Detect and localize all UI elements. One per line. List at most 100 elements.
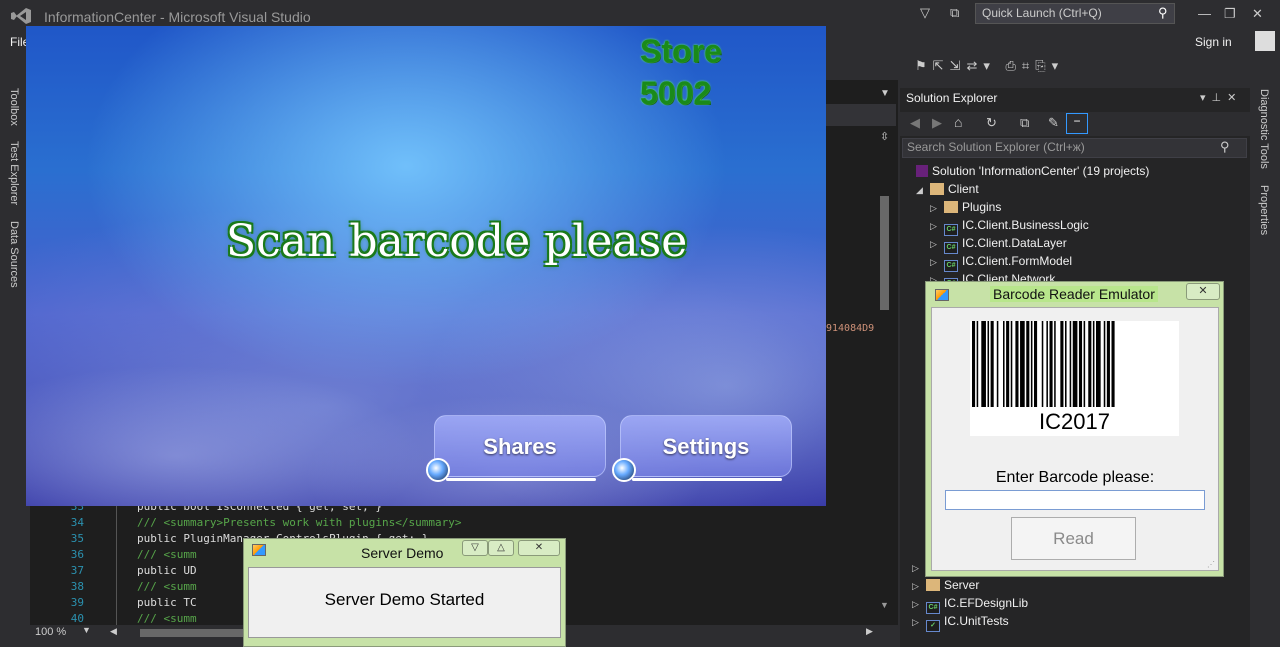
- settings-underline: [632, 478, 782, 481]
- barcode-bars: [972, 321, 1115, 407]
- tree-item-unit-tests[interactable]: ▷ ✓ IC.UnitTests: [912, 614, 1009, 632]
- expand-arrow-icon[interactable]: ◢: [916, 185, 930, 196]
- expand-arrow-icon[interactable]: ▷: [930, 257, 944, 268]
- expand-arrow-icon[interactable]: ▷: [912, 617, 926, 628]
- minimize-button[interactable]: ▽: [462, 540, 488, 556]
- tab-properties[interactable]: Properties: [1258, 185, 1270, 235]
- barcode-bar: [981, 321, 986, 407]
- folder-icon: [944, 201, 958, 213]
- solution-explorer-toolbar: ◀ ▶ ⌂ ↻ ⧉ ✎ −: [900, 112, 1250, 136]
- tree-item-collapsed[interactable]: ▷: [912, 560, 926, 574]
- split-icon[interactable]: ⇳: [880, 130, 889, 143]
- tree-label: Solution 'InformationCenter' (19 project…: [932, 164, 1150, 178]
- editor-dropdown-arrow-icon[interactable]: ▼: [880, 88, 890, 99]
- folder-icon: [926, 579, 940, 591]
- code-text: /// <summ: [84, 612, 197, 625]
- tab-toolbox[interactable]: Toolbox: [8, 88, 20, 126]
- tree-item-plugins[interactable]: ▷ Plugins: [930, 200, 1001, 214]
- tree-label: IC.Client.BusinessLogic: [962, 218, 1089, 232]
- minimize-icon[interactable]: —: [1198, 6, 1211, 21]
- barcode-prompt-label: Enter Barcode please:: [995, 469, 1155, 486]
- code-text: /// <summ: [84, 548, 197, 561]
- editor-nav-dropdown[interactable]: [826, 104, 896, 126]
- settings-button[interactable]: Settings: [620, 415, 792, 477]
- expand-arrow-icon[interactable]: ▷: [912, 581, 926, 592]
- resize-grip-icon[interactable]: ⋰: [1207, 560, 1215, 569]
- zoom-level[interactable]: 100 %: [35, 626, 66, 638]
- barcode-bar: [1026, 321, 1030, 407]
- tree-label: Server: [944, 578, 980, 592]
- scroll-down-icon[interactable]: ▼: [880, 600, 889, 610]
- barcode-bar: [1034, 321, 1038, 407]
- close-button[interactable]: ✕: [518, 540, 560, 556]
- line-number: 37: [70, 564, 84, 577]
- expand-arrow-icon[interactable]: ▷: [912, 563, 926, 574]
- search-icon[interactable]: ⚲: [1158, 5, 1168, 21]
- code-text: /// <summary>Presents work with plugins<…: [84, 516, 462, 529]
- barcode-bar: [1065, 321, 1067, 407]
- expand-arrow-icon[interactable]: ▷: [930, 239, 944, 250]
- quick-launch-placeholder: Quick Launch (Ctrl+Q): [982, 6, 1102, 20]
- editor-overflow-text: 914084D9: [826, 323, 875, 334]
- filter-icon[interactable]: ▽: [920, 5, 930, 21]
- forward-icon[interactable]: ▶: [932, 115, 942, 131]
- scroll-right-icon[interactable]: ▶: [866, 626, 873, 637]
- sign-in-link[interactable]: Sign in: [1195, 35, 1232, 49]
- properties-wrench-icon[interactable]: ✎: [1048, 115, 1059, 131]
- scroll-left-icon[interactable]: ◀: [110, 626, 117, 637]
- vs-window-title: InformationCenter - Microsoft Visual Stu…: [44, 9, 311, 25]
- scan-headline: Scan barcode please: [226, 216, 688, 267]
- search-placeholder: Search Solution Explorer (Ctrl+ж): [907, 140, 1085, 154]
- code-text: public TC: [84, 596, 197, 609]
- tree-item-business-logic[interactable]: ▷ C# IC.Client.BusinessLogic: [930, 218, 1089, 236]
- close-button[interactable]: ✕: [1186, 283, 1220, 300]
- panel-window-controls[interactable]: ▾⊥✕: [1200, 91, 1242, 104]
- zoom-dropdown-icon[interactable]: ▼: [82, 625, 91, 635]
- tree-item-client[interactable]: ◢ Client: [916, 182, 979, 196]
- read-button[interactable]: Read: [1011, 517, 1136, 560]
- preview-toggle-icon[interactable]: −: [1066, 113, 1088, 134]
- collapse-all-icon[interactable]: ⧉: [1020, 115, 1029, 131]
- back-icon[interactable]: ◀: [910, 115, 920, 131]
- search-icon[interactable]: ⚲: [1220, 139, 1230, 155]
- form-app-icon: [935, 289, 949, 301]
- barcode-bar: [1003, 321, 1005, 407]
- expand-arrow-icon[interactable]: ▷: [912, 599, 926, 610]
- csharp-project-icon: C#: [944, 242, 958, 254]
- tab-data-sources[interactable]: Data Sources: [8, 221, 20, 288]
- toolbar-icons[interactable]: ⚑⇱⇲⇄▾ ⎙⌗⎘▾: [915, 58, 1064, 74]
- feedback-icon[interactable]: ⧉: [950, 5, 959, 21]
- tree-item-data-layer[interactable]: ▷ C# IC.Client.DataLayer: [930, 236, 1067, 254]
- editor-scrollbar-thumb[interactable]: [880, 196, 889, 310]
- tree-item-ef-design-lib[interactable]: ▷ C# IC.EFDesignLib: [912, 596, 1028, 614]
- csharp-project-icon: C#: [944, 260, 958, 272]
- maximize-button[interactable]: △: [488, 540, 514, 556]
- history-icon[interactable]: ↻: [986, 115, 997, 131]
- solution-icon: [916, 165, 928, 177]
- tree-item-server[interactable]: ▷ Server: [912, 578, 979, 592]
- line-number: 35: [70, 532, 84, 545]
- tree-item-form-model[interactable]: ▷ C# IC.Client.FormModel: [930, 254, 1072, 272]
- barcode-bar: [1072, 321, 1078, 407]
- barcode-bar: [990, 321, 994, 407]
- server-demo-message: Server Demo Started: [324, 590, 485, 609]
- user-avatar[interactable]: [1255, 31, 1275, 51]
- left-tool-tabs: Toolbox Test Explorer Data Sources: [0, 85, 28, 647]
- quick-launch-input[interactable]: Quick Launch (Ctrl+Q): [975, 3, 1175, 24]
- expand-arrow-icon[interactable]: ▷: [930, 203, 944, 214]
- barcode-bar: [1078, 321, 1083, 407]
- barcode-bar: [1088, 321, 1092, 407]
- tab-diagnostic-tools[interactable]: Diagnostic Tools: [1258, 89, 1270, 169]
- shares-button[interactable]: Shares: [434, 415, 606, 477]
- line-number: 38: [70, 580, 84, 593]
- tab-test-explorer[interactable]: Test Explorer: [8, 141, 20, 205]
- expand-arrow-icon[interactable]: ▷: [930, 221, 944, 232]
- maximize-icon[interactable]: ❐: [1224, 6, 1236, 22]
- home-icon[interactable]: ⌂: [954, 114, 962, 130]
- barcode-input[interactable]: [945, 490, 1205, 510]
- barcode-bar: [1083, 321, 1086, 407]
- solution-explorer-search[interactable]: Search Solution Explorer (Ctrl+ж): [902, 138, 1247, 158]
- tree-solution-root[interactable]: Solution 'InformationCenter' (19 project…: [916, 164, 1149, 178]
- barcode-bar: [1096, 321, 1101, 407]
- close-icon[interactable]: ✕: [1252, 6, 1263, 22]
